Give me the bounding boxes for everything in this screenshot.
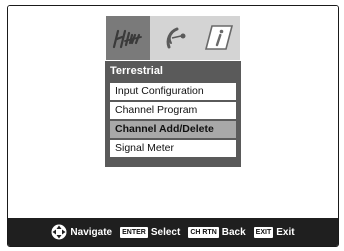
tab-satellite[interactable] [152,16,196,60]
navigate-dpad-icon [51,224,67,240]
enter-key-badge: ENTER [120,226,148,238]
exit-key-badge: EXIT [253,226,274,238]
hint-exit-label: Exit [276,226,295,238]
tab-information[interactable] [198,16,240,60]
menu-area: Terrestrial Input Configuration Channel … [8,6,338,218]
hint-back: CH RTN Back [188,226,246,238]
hint-exit: EXIT Exit [253,226,295,238]
tab-terrestrial[interactable] [106,16,150,60]
menu-item-input-configuration[interactable]: Input Configuration [110,83,236,100]
icon-tab-bar [106,16,240,60]
satellite-dish-icon [157,25,191,51]
hint-select-label: Select [150,226,181,238]
panel-title: Terrestrial [110,65,163,77]
hint-navigate: Navigate [51,224,112,240]
ch-rtn-key-badge: CH RTN [188,226,219,238]
menu-item-signal-meter[interactable]: Signal Meter [110,140,236,157]
hint-navigate-label: Navigate [70,226,113,238]
hint-back-label: Back [221,226,246,238]
antenna-icon [111,25,145,51]
terrestrial-menu-panel: Terrestrial Input Configuration Channel … [105,61,241,167]
tv-menu-screen: Terrestrial Input Configuration Channel … [7,5,339,247]
button-guide-bar: Navigate ENTER Select CH RTN Back EXIT E… [8,218,338,246]
info-icon [203,24,235,52]
hint-select: ENTER Select [120,226,181,238]
menu-item-channel-program[interactable]: Channel Program [110,102,236,119]
menu-item-channel-add-delete[interactable]: Channel Add/Delete [110,121,236,138]
terrestrial-menu: Input Configuration Channel Program Chan… [110,83,236,159]
